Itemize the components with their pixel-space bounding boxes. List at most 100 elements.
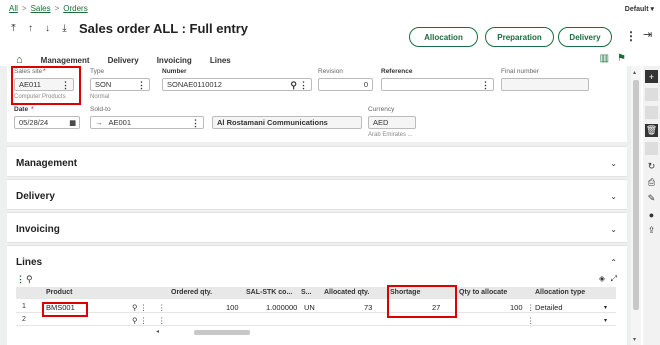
management-section[interactable]: Management ⌄ xyxy=(7,146,627,177)
tab-delivery[interactable]: Delivery xyxy=(108,56,139,65)
col-allocated-qty[interactable]: Allocated qty. xyxy=(324,289,369,296)
header-card: Sales site * AE011 ⋮ Computer Products T… xyxy=(7,66,627,142)
refresh-icon[interactable]: ↻ xyxy=(645,160,658,173)
scroll-down-icon[interactable]: ▾ xyxy=(633,336,636,343)
comment-icon[interactable]: ● xyxy=(645,208,658,221)
number-label: Number xyxy=(162,68,187,75)
soldto-field[interactable]: → AE001 ⋮ xyxy=(90,116,204,129)
vertical-scroll-thumb[interactable] xyxy=(633,80,639,310)
allocation-button[interactable]: Allocation xyxy=(409,27,478,47)
number-value: SONAE0110012 xyxy=(167,80,222,89)
delivery-button[interactable]: Delivery xyxy=(558,27,612,47)
col-ordered-qty[interactable]: Ordered qty. xyxy=(171,289,212,296)
horizontal-scroll-thumb[interactable] xyxy=(194,330,250,335)
delivery-section[interactable]: Delivery ⌄ xyxy=(7,179,627,210)
revision-field[interactable]: 0 xyxy=(318,78,373,91)
col-allocation-type[interactable]: Allocation type xyxy=(535,289,585,296)
product-search-icon[interactable]: ⚲ ⋮ xyxy=(132,316,147,325)
cell-allocation-type[interactable]: Detailed xyxy=(535,303,563,312)
share-icon[interactable]: ⇪ xyxy=(645,224,658,237)
expand-icon[interactable]: ⤢ xyxy=(611,274,617,284)
chevron-down-icon[interactable]: ⌄ xyxy=(610,225,617,234)
row-number: 1 xyxy=(22,303,26,310)
right-action-toolbar: + 🗑 ↻ ⎙ ✎ ● ⇪ xyxy=(643,66,660,345)
add-icon[interactable]: + xyxy=(645,70,658,83)
invoicing-section-title: Invoicing xyxy=(16,224,60,235)
first-record-icon[interactable]: ⤒ xyxy=(9,23,18,34)
alloc-type-menu-icon[interactable]: ⋮ xyxy=(527,316,535,325)
chevron-down-icon[interactable]: ▾ xyxy=(604,317,607,324)
delete-icon[interactable]: 🗑 xyxy=(645,124,658,137)
reference-field[interactable]: ⋮ xyxy=(381,78,494,91)
more-actions-icon[interactable]: ⋮ xyxy=(625,29,637,43)
tab-lines[interactable]: Lines xyxy=(210,56,231,65)
currency-description: Arab Emirates ... xyxy=(368,132,413,138)
home-tab-icon[interactable]: ⌂ xyxy=(16,54,23,66)
highlight-product xyxy=(42,302,88,317)
breadcrumb-separator: > xyxy=(54,4,60,13)
lines-section-title: Lines xyxy=(16,257,43,268)
number-search-icon[interactable]: ⚲ xyxy=(290,80,297,91)
alloc-type-menu-icon[interactable]: ⋮ xyxy=(527,303,535,312)
table-row[interactable]: 2 ⚲ ⋮ ⋮ ⋮ ▾ xyxy=(16,314,616,326)
print-icon[interactable]: ⎙ xyxy=(645,176,658,189)
previous-record-icon[interactable]: ↑ xyxy=(26,23,35,34)
search-icon[interactable]: ⚲ xyxy=(26,274,33,285)
col-unit[interactable]: S... xyxy=(301,289,312,296)
chevron-down-icon[interactable]: ⌄ xyxy=(610,159,617,168)
attachment-icon[interactable]: ✎ xyxy=(645,192,658,205)
soldto-menu-icon[interactable]: ⋮ xyxy=(191,118,200,129)
default-menu[interactable]: Default ▾ xyxy=(625,5,654,13)
vertical-scrollbar[interactable]: ▴ ▾ xyxy=(631,66,641,345)
last-record-icon[interactable]: ⤓ xyxy=(60,23,69,34)
invoicing-section[interactable]: Invoicing ⌄ xyxy=(7,212,627,243)
chevron-down-icon[interactable]: ▾ xyxy=(604,304,607,311)
product-search-icon[interactable]: ⚲ ⋮ xyxy=(132,303,147,312)
col-qty-to-allocate[interactable]: Qty to allocate xyxy=(459,289,507,296)
breadcrumb-all[interactable]: All xyxy=(9,4,18,13)
layers-icon[interactable]: ◈ xyxy=(599,274,605,283)
calendar-icon[interactable]: ▦ xyxy=(69,119,76,127)
breadcrumb-sales[interactable]: Sales xyxy=(31,4,51,13)
cell-qty-to-allocate[interactable]: 100 xyxy=(510,303,523,312)
next-record-icon[interactable]: ↓ xyxy=(43,23,52,34)
col-sal-stk-conversion[interactable]: SAL-STK co... xyxy=(246,289,292,296)
scroll-left-icon[interactable]: ◂ xyxy=(156,328,159,335)
cell-ordered-qty[interactable]: 100 xyxy=(226,303,239,312)
default-menu-label: Default xyxy=(624,6,649,13)
type-menu-icon[interactable]: ⋮ xyxy=(137,80,146,91)
type-description: Normal xyxy=(90,94,110,100)
breadcrumb: All > Sales > Orders xyxy=(9,4,88,13)
horizontal-scrollbar[interactable]: ◂ xyxy=(156,329,616,337)
columns-icon[interactable]: ▥ xyxy=(600,53,609,64)
revision-label: Revision xyxy=(318,68,343,75)
row-menu-icon[interactable]: ⋮ xyxy=(158,316,166,325)
breadcrumb-orders[interactable]: Orders xyxy=(63,4,87,13)
exit-icon[interactable]: ⇥ xyxy=(643,28,652,41)
date-field[interactable]: 05/28/24 ▦ xyxy=(14,116,80,129)
col-product[interactable]: Product xyxy=(46,289,72,296)
copy-icon xyxy=(645,106,658,119)
table-row[interactable]: 1 BMS001 ⚲ ⋮ ⋮ 100 1.000000 UN 73 27 100… xyxy=(16,301,616,313)
title-bar: ⤒ ↑ ↓ ⤓ Sales order ALL : Full entry xyxy=(9,21,248,36)
row-menu-icon[interactable]: ⋮ xyxy=(158,303,166,312)
reference-menu-icon[interactable]: ⋮ xyxy=(481,80,490,91)
tab-invoicing[interactable]: Invoicing xyxy=(157,56,192,65)
type-field[interactable]: SON ⋮ xyxy=(90,78,150,91)
date-label: Date xyxy=(14,106,29,113)
filter-icon[interactable]: ⚑ xyxy=(617,53,626,64)
preparation-button[interactable]: Preparation xyxy=(485,27,554,47)
chevron-down-icon[interactable]: ⌄ xyxy=(610,192,617,201)
soldto-value: AE001 xyxy=(108,118,132,127)
lines-more-icon[interactable]: ⋮ xyxy=(16,274,25,285)
number-menu-icon[interactable]: ⋮ xyxy=(299,80,308,91)
tab-management[interactable]: Management xyxy=(41,56,90,65)
chevron-up-icon[interactable]: ⌃ xyxy=(610,258,617,267)
scroll-up-icon[interactable]: ▴ xyxy=(633,69,636,76)
currency-value: AED xyxy=(373,118,389,127)
reference-label: Reference xyxy=(381,68,413,75)
row-number: 2 xyxy=(22,316,26,323)
soldto-arrow-icon[interactable]: → xyxy=(95,118,103,127)
number-field[interactable]: SONAE0110012 ⚲ ⋮ xyxy=(162,78,312,91)
revision-value: 0 xyxy=(363,80,368,89)
